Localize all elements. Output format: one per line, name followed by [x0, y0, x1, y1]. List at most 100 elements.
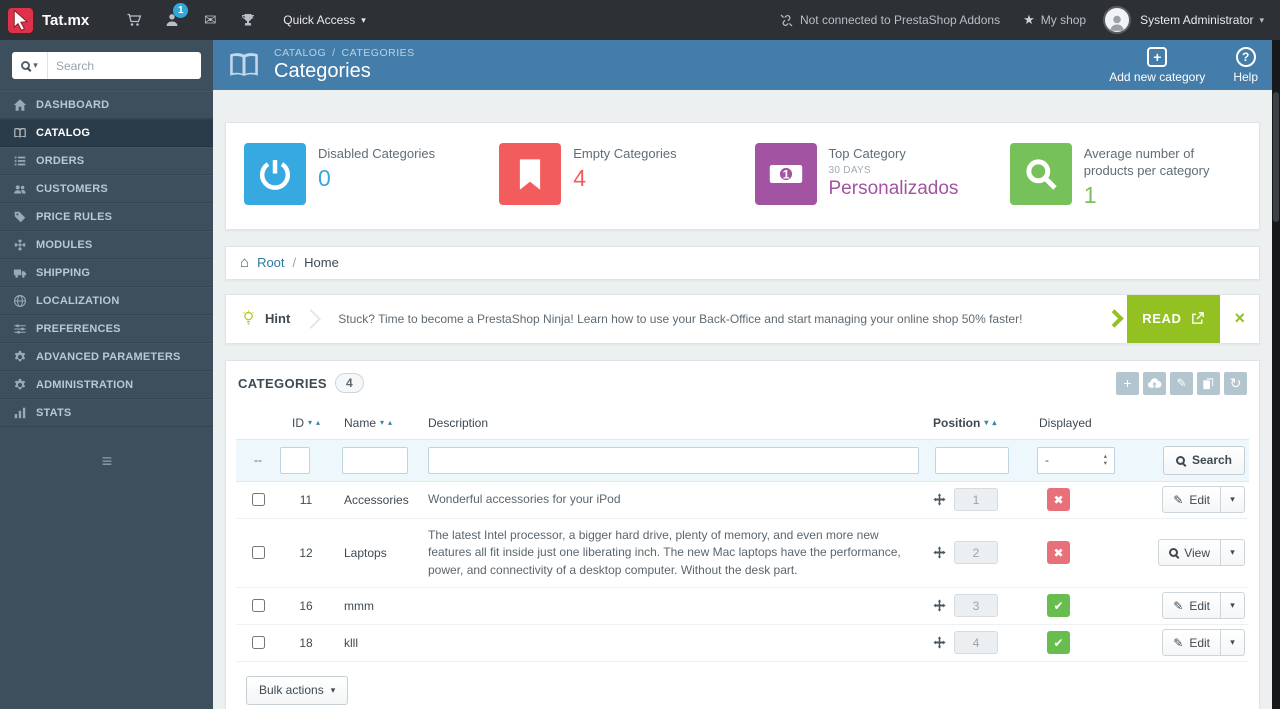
globe-icon: [14, 295, 26, 307]
user-menu[interactable]: System Administrator ▾: [1140, 13, 1264, 27]
sidebar-item-shipping[interactable]: SHIPPING: [0, 259, 213, 287]
add-tool-button[interactable]: +: [1116, 371, 1139, 395]
plus-icon: +: [1123, 375, 1132, 392]
export-tool-button[interactable]: [1143, 371, 1166, 395]
kpi-value: 1: [1083, 181, 1097, 208]
breadcrumb-parent[interactable]: CATALOG: [274, 47, 326, 59]
sidebar-item-orders[interactable]: ORDERS: [0, 147, 213, 175]
filter-id-input[interactable]: [280, 446, 310, 474]
sort-desc-icon[interactable]: ▾: [380, 418, 384, 427]
row-checkbox[interactable]: [251, 636, 265, 650]
column-header-name[interactable]: Name ▾ ▴: [332, 416, 428, 430]
sidebar: ▾ DASHBOARD CATALOG ORDERS CUSTOMERS PRI…: [0, 40, 213, 709]
move-handle-icon[interactable]: [933, 599, 946, 613]
chevron-down-icon: ▾: [1230, 547, 1235, 558]
sort-asc-icon[interactable]: ▴: [992, 418, 996, 427]
displayed-toggle[interactable]: ✔: [1047, 594, 1070, 618]
displayed-toggle[interactable]: ✔: [1047, 631, 1070, 655]
sort-asc-icon[interactable]: ▴: [388, 418, 392, 427]
sort-desc-icon[interactable]: ▾: [984, 418, 988, 427]
row-action-dropdown[interactable]: ▾: [1220, 630, 1244, 656]
edit-button[interactable]: ✎ Edit: [1163, 487, 1220, 512]
categories-panel: CATEGORIES 4 + ✎ ↻ ID ▾ ▴ Name ▾ ▴ Descr…: [225, 359, 1260, 709]
achievements-button[interactable]: [229, 0, 267, 40]
sidebar-item-catalog[interactable]: CATALOG: [0, 119, 213, 147]
filter-position-input[interactable]: [935, 446, 1009, 474]
displayed-toggle[interactable]: ✖: [1047, 488, 1070, 512]
table-header-row: ID ▾▴ Name ▾▴ Description Position ▾▴: [236, 406, 1249, 439]
row-action-dropdown[interactable]: ▾: [1220, 593, 1244, 619]
position-field[interactable]: 2: [954, 541, 998, 565]
scrollbar-thumb[interactable]: [1273, 92, 1279, 222]
close-icon[interactable]: ×: [1220, 308, 1259, 329]
addons-status[interactable]: Not connected to PrestaShop Addons: [779, 13, 1000, 28]
cell-name: Laptops: [344, 545, 387, 560]
row-action-dropdown[interactable]: ▾: [1220, 540, 1244, 566]
kpi-panel: Disabled Categories 0 Empty Categories 4…: [225, 122, 1260, 230]
chevron-down-icon: ▾: [1259, 14, 1264, 25]
bulk-actions-button[interactable]: Bulk actions ▾: [246, 675, 349, 705]
sidebar-item-stats[interactable]: STATS: [0, 399, 213, 427]
plus-icon: +: [1147, 46, 1168, 67]
edit-tool-button[interactable]: ✎: [1170, 371, 1193, 395]
shop-logo[interactable]: Tat.mx: [42, 12, 89, 29]
sidebar-item-advanced-parameters[interactable]: ADVANCED PARAMETERS: [0, 343, 213, 371]
filter-description-input[interactable]: [428, 446, 919, 474]
search-input[interactable]: [48, 58, 201, 73]
displayed-toggle[interactable]: ✖: [1047, 541, 1070, 565]
position-field[interactable]: 1: [954, 488, 998, 512]
move-handle-icon[interactable]: [933, 636, 946, 650]
filter-displayed-select[interactable]: - ▴ ▾: [1037, 446, 1115, 474]
messages-button[interactable]: ✉: [191, 0, 229, 40]
customers-quick-button[interactable]: 1: [153, 0, 191, 40]
row-checkbox[interactable]: [251, 546, 265, 560]
cart-button[interactable]: [115, 0, 153, 40]
my-shop-link[interactable]: ★ My shop: [1023, 12, 1086, 28]
scrollbar[interactable]: [1272, 0, 1280, 709]
power-icon: [244, 143, 306, 205]
avatar-person-icon: [1110, 15, 1124, 31]
search-scope-button[interactable]: ▾: [12, 52, 48, 79]
collapse-menu-button[interactable]: ≡: [0, 451, 213, 472]
position-field[interactable]: 3: [954, 594, 998, 618]
path-root-link[interactable]: Root: [257, 255, 284, 270]
row-checkbox[interactable]: [251, 599, 265, 613]
position-field[interactable]: 4: [954, 631, 998, 655]
sidebar-item-localization[interactable]: LOCALIZATION: [0, 287, 213, 315]
quick-access-menu[interactable]: Quick Access ▾: [283, 13, 366, 27]
filter-name-input[interactable]: [342, 446, 408, 474]
sidebar-item-customers[interactable]: CUSTOMERS: [0, 175, 213, 203]
duplicate-tool-button[interactable]: [1197, 371, 1220, 395]
search-icon: [21, 61, 31, 70]
cart-icon: [127, 13, 142, 26]
avatar[interactable]: [1103, 6, 1132, 34]
sidebar-item-price-rules[interactable]: PRICE RULES: [0, 203, 213, 231]
menu-icon: ≡: [101, 451, 112, 471]
sort-asc-icon[interactable]: ▴: [316, 418, 320, 427]
row-checkbox[interactable]: [251, 493, 265, 507]
move-handle-icon[interactable]: [933, 546, 946, 559]
sidebar-item-dashboard[interactable]: DASHBOARD: [0, 91, 213, 119]
column-header-id[interactable]: ID ▾ ▴: [280, 416, 332, 430]
column-header-position[interactable]: Position ▾ ▴: [933, 416, 1029, 430]
sidebar-item-administration[interactable]: ADMINISTRATION: [0, 371, 213, 399]
sidebar-item-preferences[interactable]: PREFERENCES: [0, 315, 213, 343]
edit-button[interactable]: ✎ Edit: [1163, 630, 1220, 655]
sort-desc-icon[interactable]: ▾: [308, 418, 312, 427]
puzzle-icon: [14, 239, 26, 251]
view-button[interactable]: View: [1159, 540, 1220, 565]
cell-id: 18: [299, 635, 313, 650]
cloud-upload-icon: [1147, 378, 1162, 388]
sidebar-item-modules[interactable]: MODULES: [0, 231, 213, 259]
select-arrows-icon: ▴ ▾: [1103, 453, 1107, 468]
add-new-category-button[interactable]: + Add new category: [1109, 46, 1205, 84]
move-handle-icon[interactable]: [933, 493, 946, 506]
row-action-dropdown[interactable]: ▾: [1220, 487, 1244, 513]
help-button[interactable]: ? Help: [1233, 46, 1258, 84]
edit-button[interactable]: ✎ Edit: [1163, 593, 1220, 618]
search-button[interactable]: Search: [1162, 445, 1245, 475]
refresh-tool-button[interactable]: ↻: [1224, 371, 1247, 395]
read-button[interactable]: READ: [1105, 294, 1221, 343]
topbar-right: Not connected to PrestaShop Addons ★ My …: [779, 6, 1280, 34]
book-icon: [14, 128, 26, 138]
